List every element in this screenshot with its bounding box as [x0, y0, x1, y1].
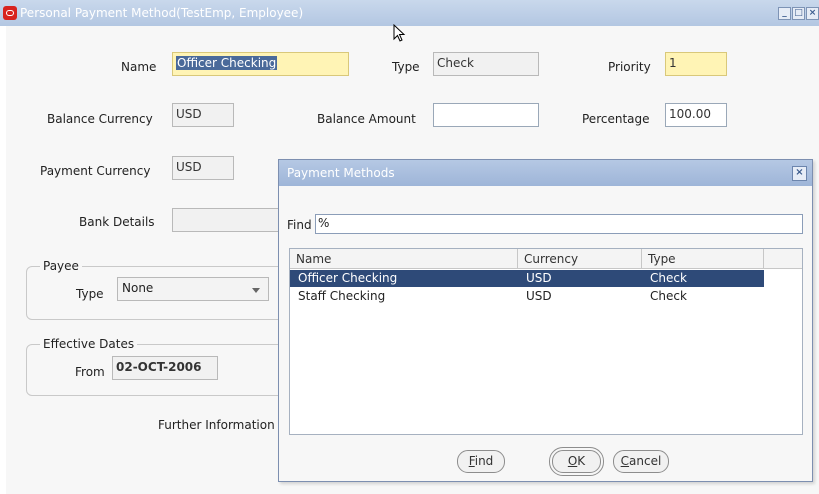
- list-item[interactable]: Officer Checking USD Check: [290, 270, 764, 287]
- row-name: Officer Checking: [298, 271, 398, 285]
- payment-currency-field[interactable]: USD: [172, 156, 234, 180]
- column-header-currency[interactable]: Currency: [518, 249, 642, 269]
- row-type: Check: [650, 271, 687, 285]
- from-date-field[interactable]: 02-OCT-2006: [112, 356, 218, 380]
- list-item[interactable]: Staff Checking USD Check: [290, 288, 764, 305]
- percentage-field[interactable]: 100.00: [665, 103, 727, 127]
- balance-currency-label: Balance Currency: [47, 112, 153, 126]
- bank-details-field[interactable]: [172, 208, 282, 232]
- payee-type-select[interactable]: None: [117, 277, 269, 301]
- find-button[interactable]: Find: [457, 450, 505, 473]
- balance-amount-field[interactable]: [433, 103, 539, 127]
- type-field[interactable]: Check: [433, 52, 539, 76]
- further-information-label: Further Information: [158, 418, 275, 432]
- find-label: Find: [287, 218, 312, 232]
- mouse-cursor-icon: [393, 24, 406, 42]
- close-icon[interactable]: ×: [806, 7, 819, 20]
- balance-amount-label: Balance Amount: [317, 112, 416, 126]
- percentage-label: Percentage: [582, 112, 650, 126]
- type-label: Type: [392, 60, 420, 74]
- payee-type-value: None: [122, 281, 154, 295]
- dialog-title: Payment Methods: [287, 166, 395, 180]
- balance-currency-field[interactable]: USD: [172, 103, 234, 127]
- name-value: Officer Checking: [176, 56, 278, 70]
- oracle-logo-icon: [3, 6, 17, 20]
- row-currency: USD: [526, 271, 552, 285]
- column-header-filler: [764, 249, 802, 269]
- payee-type-label: Type: [76, 287, 104, 301]
- window-titlebar[interactable]: Personal Payment Method(TestEmp, Employe…: [0, 0, 819, 26]
- row-currency: USD: [526, 289, 552, 303]
- name-label: Name: [121, 60, 157, 74]
- results-list[interactable]: Name Currency Type Officer Checking USD …: [289, 248, 803, 435]
- payee-group-title: Payee: [40, 259, 82, 273]
- maximize-icon[interactable]: □: [792, 7, 805, 20]
- cancel-button-label: ancel: [629, 454, 662, 468]
- bank-details-label: Bank Details: [79, 215, 155, 229]
- ok-button-label: K: [577, 454, 586, 468]
- name-field[interactable]: Officer Checking: [172, 52, 349, 76]
- column-header-type[interactable]: Type: [642, 249, 764, 269]
- column-header-name[interactable]: Name: [290, 249, 518, 269]
- ok-button-mnemonic: O: [567, 454, 578, 468]
- row-type: Check: [650, 289, 687, 303]
- dialog-close-icon[interactable]: ×: [792, 166, 807, 181]
- priority-field[interactable]: 1: [665, 52, 727, 76]
- cancel-button[interactable]: Cancel: [613, 450, 669, 473]
- from-label: From: [75, 365, 105, 379]
- ok-button[interactable]: OK: [549, 447, 604, 476]
- window-title: Personal Payment Method(TestEmp, Employe…: [20, 6, 304, 20]
- priority-label: Priority: [608, 60, 651, 74]
- minimize-icon[interactable]: _: [778, 7, 791, 20]
- payment-methods-dialog: Payment Methods × Find % Name Currency T…: [278, 159, 813, 482]
- cancel-button-mnemonic: C: [620, 454, 630, 468]
- payment-currency-label: Payment Currency: [40, 164, 151, 178]
- dialog-titlebar[interactable]: Payment Methods ×: [279, 160, 812, 186]
- find-button-label: ind: [474, 454, 494, 468]
- row-name: Staff Checking: [298, 289, 386, 303]
- find-input[interactable]: %: [315, 214, 803, 234]
- chevron-down-icon: [252, 288, 260, 293]
- effective-dates-title: Effective Dates: [40, 337, 138, 351]
